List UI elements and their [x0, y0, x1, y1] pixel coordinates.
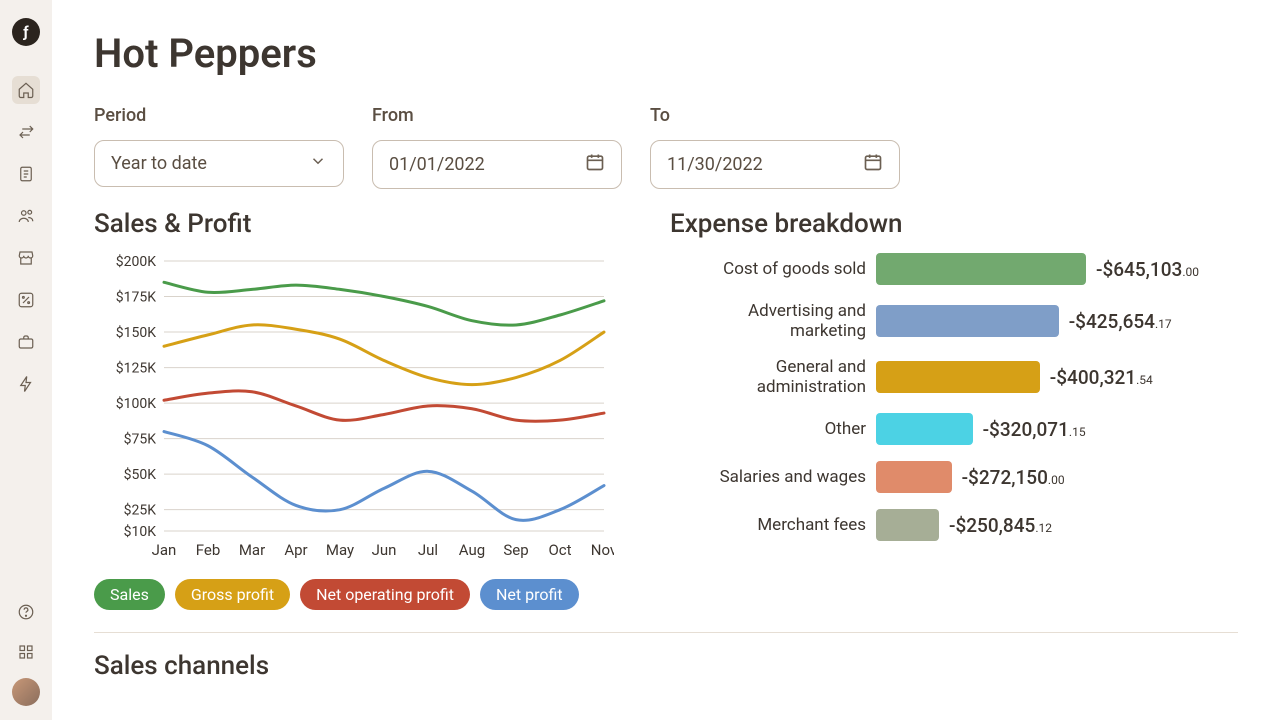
page-title: Hot Peppers	[94, 30, 1238, 77]
calendar-icon	[585, 152, 605, 177]
briefcase-icon[interactable]	[12, 328, 40, 356]
filter-label-from: From	[372, 105, 622, 126]
svg-text:Oct: Oct	[548, 541, 571, 559]
svg-text:$25K: $25K	[124, 502, 157, 519]
svg-text:$175K: $175K	[116, 289, 156, 306]
divider	[94, 632, 1238, 633]
app-logo[interactable]: ƒ	[12, 18, 40, 46]
expense-value: -$272,150.00	[962, 466, 1065, 489]
receipt-icon[interactable]	[12, 160, 40, 188]
expense-panel: Expense breakdown Cost of goods sold -$64…	[670, 209, 1238, 610]
nav-icons	[12, 76, 40, 398]
line-chart-svg: $200K $175K $150K $125K $100K $75K $50K $25K $10…	[94, 251, 614, 561]
filters: Period Year to date From 01/01/2022 To 1…	[94, 105, 1238, 189]
expense-row: Merchant fees -$250,845.12	[670, 509, 1238, 541]
filter-period: Period Year to date	[94, 105, 344, 189]
chart-legend: Sales Gross profit Net operating profit Net…	[94, 579, 614, 610]
svg-text:Feb: Feb	[196, 541, 221, 559]
filter-label-period: Period	[94, 105, 344, 126]
expense-label: Other	[670, 419, 866, 439]
svg-text:May: May	[326, 541, 354, 559]
expense-value: -$250,845.12	[949, 514, 1052, 537]
svg-text:Aug: Aug	[459, 541, 485, 559]
expense-row: Cost of goods sold -$645,103.00	[670, 253, 1238, 285]
help-icon[interactable]	[12, 598, 40, 626]
legend-pill[interactable]: Sales	[94, 579, 165, 610]
expense-row: General and administration -$400,321.54	[670, 357, 1238, 397]
svg-text:$125K: $125K	[116, 360, 156, 377]
sales-profit-panel: Sales & Profit $200K $175K $150K $125K $100K…	[94, 209, 614, 610]
svg-text:Jun: Jun	[372, 541, 397, 559]
svg-text:Jan: Jan	[152, 541, 177, 559]
legend-pill[interactable]: Net operating profit	[300, 579, 470, 610]
svg-text:$10K: $10K	[124, 523, 157, 540]
svg-text:$150K: $150K	[116, 324, 156, 341]
sales-channels-title: Sales channels	[94, 651, 1238, 681]
expense-bar	[876, 253, 1086, 285]
percent-icon[interactable]	[12, 286, 40, 314]
expense-label: Advertising and marketing	[670, 301, 866, 341]
svg-text:Mar: Mar	[239, 541, 265, 559]
svg-text:$100K: $100K	[116, 395, 156, 412]
chevron-down-icon	[309, 152, 327, 175]
expense-value: -$320,071.15	[983, 418, 1086, 441]
sidebar: ƒ	[0, 0, 52, 720]
period-select[interactable]: Year to date	[94, 140, 344, 187]
expense-label: Merchant fees	[670, 515, 866, 535]
expense-row: Other -$320,071.15	[670, 413, 1238, 445]
expense-bar	[876, 509, 939, 541]
sales-profit-chart: $200K $175K $150K $125K $100K $75K $50K $25K $10…	[94, 251, 614, 565]
to-date-input[interactable]: 11/30/2022	[650, 140, 900, 189]
expense-value: -$400,321.54	[1050, 366, 1153, 389]
filter-from: From 01/01/2022	[372, 105, 622, 189]
svg-text:$200K: $200K	[116, 253, 156, 270]
expense-row: Salaries and wages -$272,150.00	[670, 461, 1238, 493]
svg-text:$50K: $50K	[124, 466, 157, 483]
avatar[interactable]	[12, 678, 40, 706]
main-content: Hot Peppers Period Year to date From 01/…	[52, 0, 1280, 720]
expense-bar	[876, 305, 1059, 337]
calendar-icon	[863, 152, 883, 177]
legend-pill[interactable]: Gross profit	[175, 579, 290, 610]
sales-profit-title: Sales & Profit	[94, 209, 614, 239]
expense-value: -$425,654.17	[1069, 310, 1172, 333]
expense-label: Salaries and wages	[670, 467, 866, 487]
svg-text:$75K: $75K	[124, 431, 157, 448]
store-icon[interactable]	[12, 244, 40, 272]
filter-label-to: To	[650, 105, 900, 126]
expense-label: General and administration	[670, 357, 866, 397]
expense-value: -$645,103.00	[1096, 258, 1199, 281]
home-icon[interactable]	[12, 76, 40, 104]
from-value: 01/01/2022	[389, 154, 485, 175]
to-value: 11/30/2022	[667, 154, 763, 175]
period-value: Year to date	[111, 153, 207, 174]
grid-icon[interactable]	[12, 638, 40, 666]
expense-title: Expense breakdown	[670, 209, 1238, 239]
legend-pill[interactable]: Net profit	[480, 579, 579, 610]
transfer-icon[interactable]	[12, 118, 40, 146]
expense-bar	[876, 413, 973, 445]
filter-to: To 11/30/2022	[650, 105, 900, 189]
svg-text:Nov: Nov	[591, 541, 614, 559]
svg-text:Apr: Apr	[284, 541, 307, 559]
expense-list: Cost of goods sold -$645,103.00 Advertisin…	[670, 253, 1238, 541]
expense-row: Advertising and marketing -$425,654.17	[670, 301, 1238, 341]
svg-text:Jul: Jul	[418, 541, 438, 559]
people-icon[interactable]	[12, 202, 40, 230]
svg-text:Sep: Sep	[503, 541, 528, 559]
expense-label: Cost of goods sold	[670, 259, 866, 279]
expense-bar	[876, 361, 1040, 393]
from-date-input[interactable]: 01/01/2022	[372, 140, 622, 189]
bolt-icon[interactable]	[12, 370, 40, 398]
expense-bar	[876, 461, 952, 493]
